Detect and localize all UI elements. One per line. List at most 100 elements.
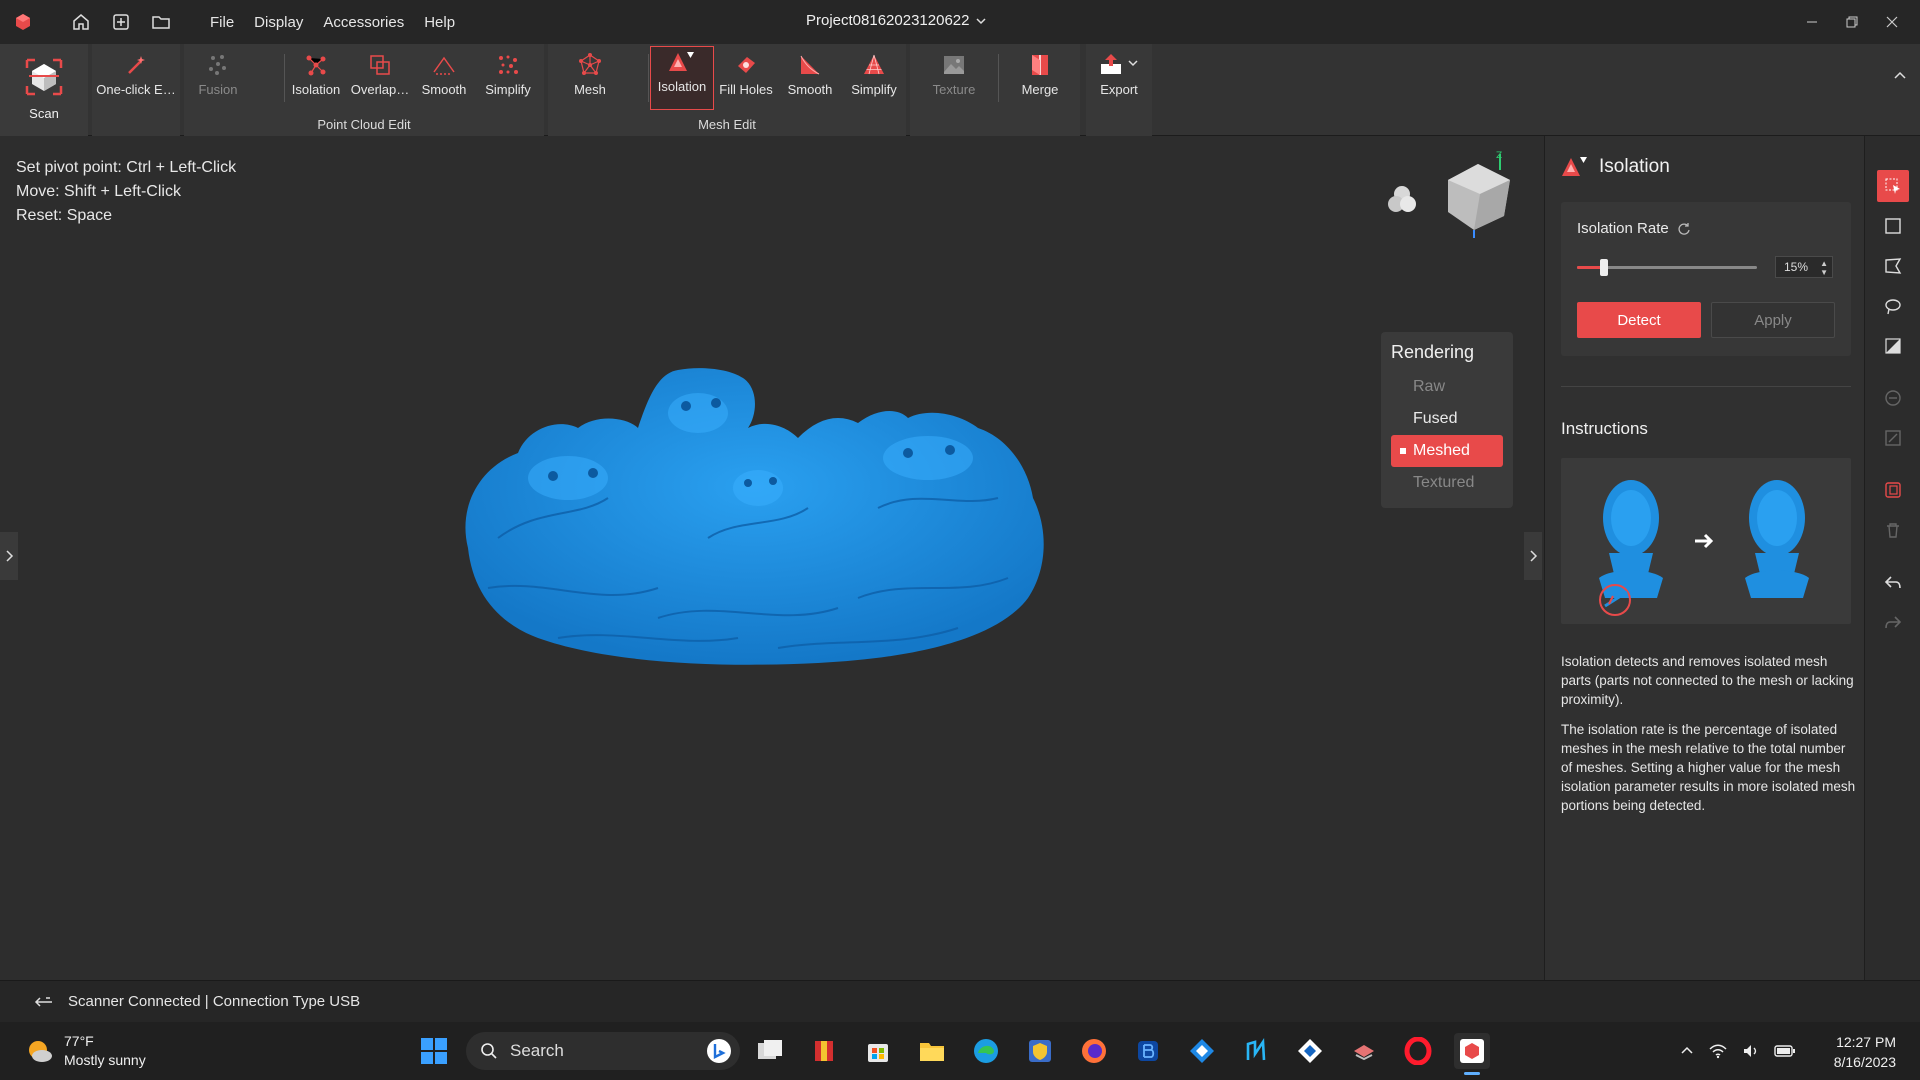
one-click-label: One-click E… xyxy=(96,82,176,97)
simplify-button[interactable]: Simplify xyxy=(842,50,906,106)
taskbar-search[interactable]: Search xyxy=(466,1032,740,1070)
undo-button[interactable] xyxy=(1877,566,1909,598)
start-button[interactable] xyxy=(416,1033,452,1069)
3d-viewport[interactable]: Set pivot point: Ctrl + Left-Click Move:… xyxy=(0,136,1544,980)
firefox-button[interactable] xyxy=(1076,1033,1112,1069)
select-through-button[interactable] xyxy=(1877,330,1909,362)
isolation-rate-input[interactable]: 15% ▲ ▼ xyxy=(1775,256,1833,278)
deselect-button[interactable] xyxy=(1877,382,1909,414)
app-sketch-button[interactable] xyxy=(1346,1033,1382,1069)
app-diamond-button[interactable] xyxy=(1184,1033,1220,1069)
rendering-option-fused[interactable]: Fused xyxy=(1391,403,1503,435)
opera-button[interactable] xyxy=(1400,1033,1436,1069)
redo-button[interactable] xyxy=(1877,606,1909,638)
polygon-select-button[interactable] xyxy=(1877,250,1909,282)
lasso-select-button[interactable] xyxy=(1877,290,1909,322)
rectangle-select-button[interactable] xyxy=(1877,210,1909,242)
restore-button[interactable] xyxy=(1832,0,1872,44)
menu-accessories[interactable]: Accessories xyxy=(323,14,424,31)
apply-button[interactable]: Apply xyxy=(1711,302,1835,338)
view-orientation-cube[interactable]: Z xyxy=(1440,150,1516,240)
temperature: 77°F xyxy=(64,1033,94,1049)
close-button[interactable] xyxy=(1872,0,1912,44)
battery-icon[interactable] xyxy=(1774,1044,1796,1058)
detect-button[interactable]: Detect xyxy=(1577,302,1701,338)
clock-time: 12:27 PM xyxy=(1836,1034,1896,1050)
project-title-dropdown[interactable]: Project08162023120622 xyxy=(806,12,987,29)
minimize-button[interactable] xyxy=(1792,0,1832,44)
open-folder-icon[interactable] xyxy=(144,5,178,39)
menu-file[interactable]: File xyxy=(210,14,254,31)
smooth-button[interactable]: Smooth xyxy=(778,50,842,106)
slider-thumb[interactable] xyxy=(1600,259,1608,276)
shield-icon xyxy=(1029,1040,1051,1062)
isolation-icon xyxy=(666,47,698,77)
merge-icon xyxy=(1024,50,1056,80)
app-blue-b-button[interactable] xyxy=(1130,1033,1166,1069)
pc-isolation-button[interactable]: Isolation xyxy=(284,50,348,106)
collapse-ribbon-button[interactable] xyxy=(1890,66,1910,86)
scanned-mesh-model[interactable] xyxy=(458,358,1058,668)
app-shield-button[interactable] xyxy=(1022,1033,1058,1069)
rendering-option-raw[interactable]: Raw xyxy=(1391,371,1503,403)
texture-label: Texture xyxy=(932,82,976,97)
reset-icon[interactable] xyxy=(1677,222,1691,236)
point-cloud-edit-group: Fusion Isolation Overlap… Smooth Simplif… xyxy=(184,44,544,136)
active-app-indicator xyxy=(1464,1072,1480,1075)
simplify-icon xyxy=(858,50,890,80)
smooth-label: Smooth xyxy=(787,82,833,97)
fusion-label: Fusion xyxy=(198,82,238,97)
home-icon[interactable] xyxy=(64,5,98,39)
task-view-button[interactable] xyxy=(752,1033,788,1069)
export-label: Export xyxy=(1100,82,1138,97)
taskbar-clock[interactable]: 12:27 PM 8/16/2023 xyxy=(1834,1032,1896,1072)
texture-button[interactable]: Texture xyxy=(922,50,986,106)
visibility-toggle-button[interactable] xyxy=(1382,180,1422,220)
right-panel-collapse-button[interactable] xyxy=(1524,532,1542,580)
volume-icon[interactable] xyxy=(1742,1043,1760,1059)
wifi-icon[interactable] xyxy=(1708,1043,1728,1059)
select-tool-button[interactable] xyxy=(1877,170,1909,202)
app-red-book-icon[interactable] xyxy=(806,1033,842,1069)
firefox-icon xyxy=(1082,1039,1106,1063)
one-click-group: One-click E… xyxy=(92,44,180,136)
scan-button[interactable]: Scan xyxy=(0,44,88,136)
connected-select-button[interactable] xyxy=(1877,474,1909,506)
isolation-rate-slider[interactable] xyxy=(1577,259,1757,276)
edge-browser-button[interactable] xyxy=(968,1033,1004,1069)
rendering-option-textured[interactable]: Textured xyxy=(1391,467,1503,499)
left-panel-expand-button[interactable] xyxy=(0,532,18,580)
app-n-button[interactable] xyxy=(1238,1033,1274,1069)
chevron-up-icon[interactable] xyxy=(1680,1044,1694,1058)
isolation-rate-label-row: Isolation Rate xyxy=(1577,220,1691,237)
pc-smooth-button[interactable]: Smooth xyxy=(412,50,476,106)
isolation-rate-box: Isolation Rate 15% ▲ ▼ Detect Apply xyxy=(1561,202,1851,356)
new-project-icon[interactable] xyxy=(104,5,138,39)
export-button[interactable]: Export xyxy=(1088,50,1150,106)
project-title: Project08162023120622 xyxy=(806,12,970,29)
chevron-up-icon xyxy=(1894,71,1906,79)
microsoft-store-button[interactable] xyxy=(860,1033,896,1069)
delete-selection-button[interactable] xyxy=(1877,514,1909,546)
one-click-edit-button[interactable]: One-click E… xyxy=(96,50,176,106)
menu-help[interactable]: Help xyxy=(424,14,475,31)
mesh-button[interactable]: Mesh xyxy=(558,50,622,106)
menu-display[interactable]: Display xyxy=(254,14,323,31)
pc-simplify-button[interactable]: Simplify xyxy=(476,50,540,106)
scanner-app-button[interactable] xyxy=(1454,1033,1490,1075)
app-white-diamond-button[interactable] xyxy=(1292,1033,1328,1069)
connected-select-icon xyxy=(1885,482,1901,498)
merge-button[interactable]: Merge xyxy=(1008,50,1072,106)
invert-selection-button[interactable] xyxy=(1877,422,1909,454)
title-bar: File Display Accessories Help Project081… xyxy=(0,0,1920,44)
file-explorer-button[interactable] xyxy=(914,1033,950,1069)
isolation-panel: Isolation Isolation Rate 15% ▲ ▼ Detect A… xyxy=(1544,136,1864,980)
isolation-button[interactable]: Isolation xyxy=(650,46,714,110)
rendering-option-meshed[interactable]: Meshed xyxy=(1391,435,1503,467)
fusion-button[interactable]: Fusion xyxy=(186,50,250,106)
rate-spinner[interactable]: ▲ ▼ xyxy=(1820,259,1828,277)
overlap-button[interactable]: Overlap… xyxy=(348,50,412,106)
weather-widget[interactable]: 77°F Mostly sunny xyxy=(24,1032,146,1070)
layers-icon xyxy=(1354,1045,1374,1061)
fill-holes-button[interactable]: Fill Holes xyxy=(714,50,778,106)
